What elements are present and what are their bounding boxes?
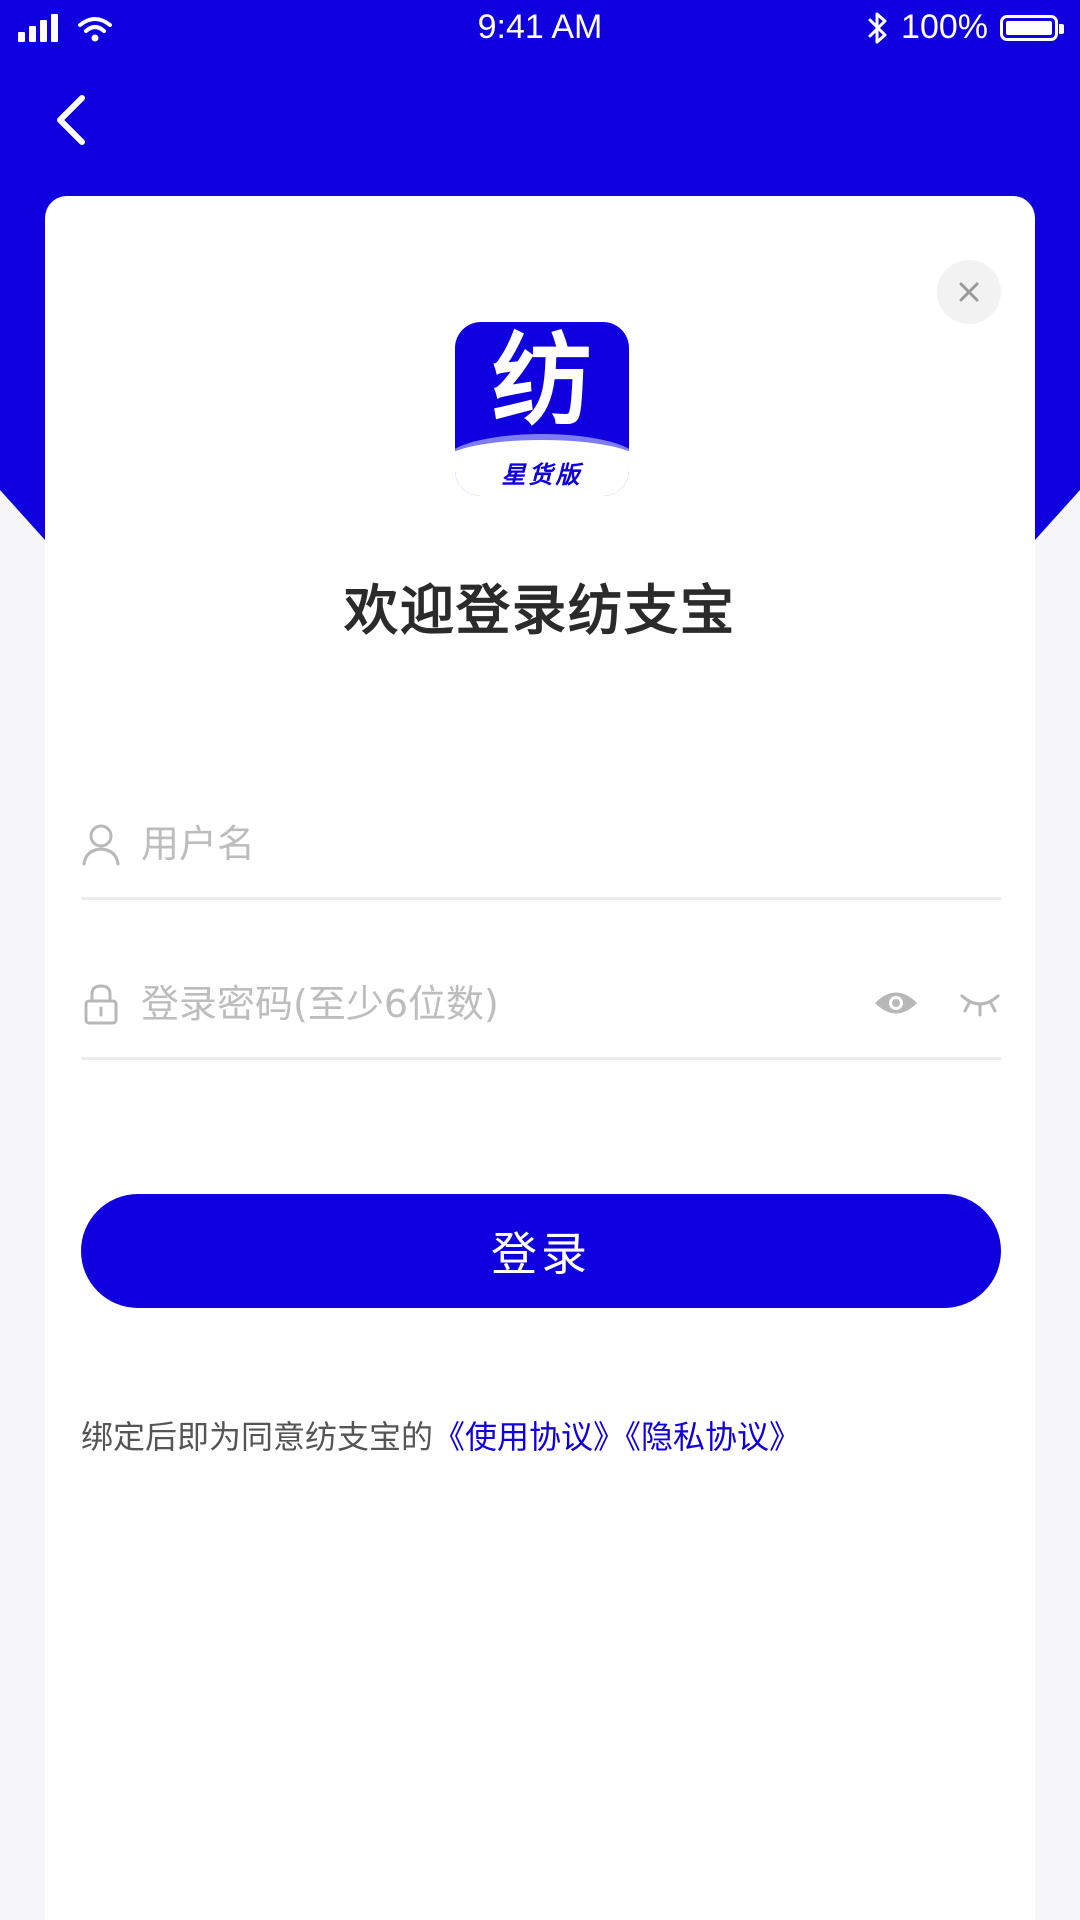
agreement-prefix: 绑定后即为同意纺支宝的 [81, 1418, 434, 1456]
eye-closed-icon[interactable] [959, 988, 1001, 1018]
battery-percentage: 100% [901, 8, 988, 46]
status-bar: 9:41 AM 100% [0, 0, 1080, 58]
page-title: 欢迎登录纺支宝 [344, 579, 736, 642]
battery-icon [1000, 14, 1064, 41]
username-field [81, 800, 1001, 900]
user-icon [82, 824, 120, 866]
close-button[interactable] [937, 260, 1001, 324]
username-input[interactable] [139, 810, 843, 878]
app-logo: 纺 星货版 [455, 322, 629, 496]
eye-icon[interactable] [873, 988, 919, 1018]
bluetooth-icon [868, 12, 887, 43]
logo-subtitle: 星货版 [501, 461, 583, 489]
terms-link[interactable]: 《使用协议》 [433, 1418, 625, 1456]
login-card: 纺 星货版 欢迎登录纺支宝 登录 绑定后即为同意纺支宝的《使用协议》《隐私协议》 [45, 196, 1035, 1920]
login-button[interactable]: 登录 [81, 1194, 1001, 1308]
password-input[interactable] [139, 970, 843, 1038]
privacy-link[interactable]: 《隐私协议》 [625, 1418, 801, 1456]
close-icon [959, 282, 979, 302]
password-field [81, 960, 1001, 1060]
status-right: 100% [867, 8, 1064, 47]
lock-icon [84, 984, 118, 1025]
chevron-left-icon [57, 95, 85, 145]
battery-fill [1006, 20, 1052, 35]
logo-char: 纺 [492, 322, 592, 439]
agreement-text: 绑定后即为同意纺支宝的《使用协议》《隐私协议》 [81, 1412, 801, 1458]
back-button[interactable] [48, 90, 98, 150]
